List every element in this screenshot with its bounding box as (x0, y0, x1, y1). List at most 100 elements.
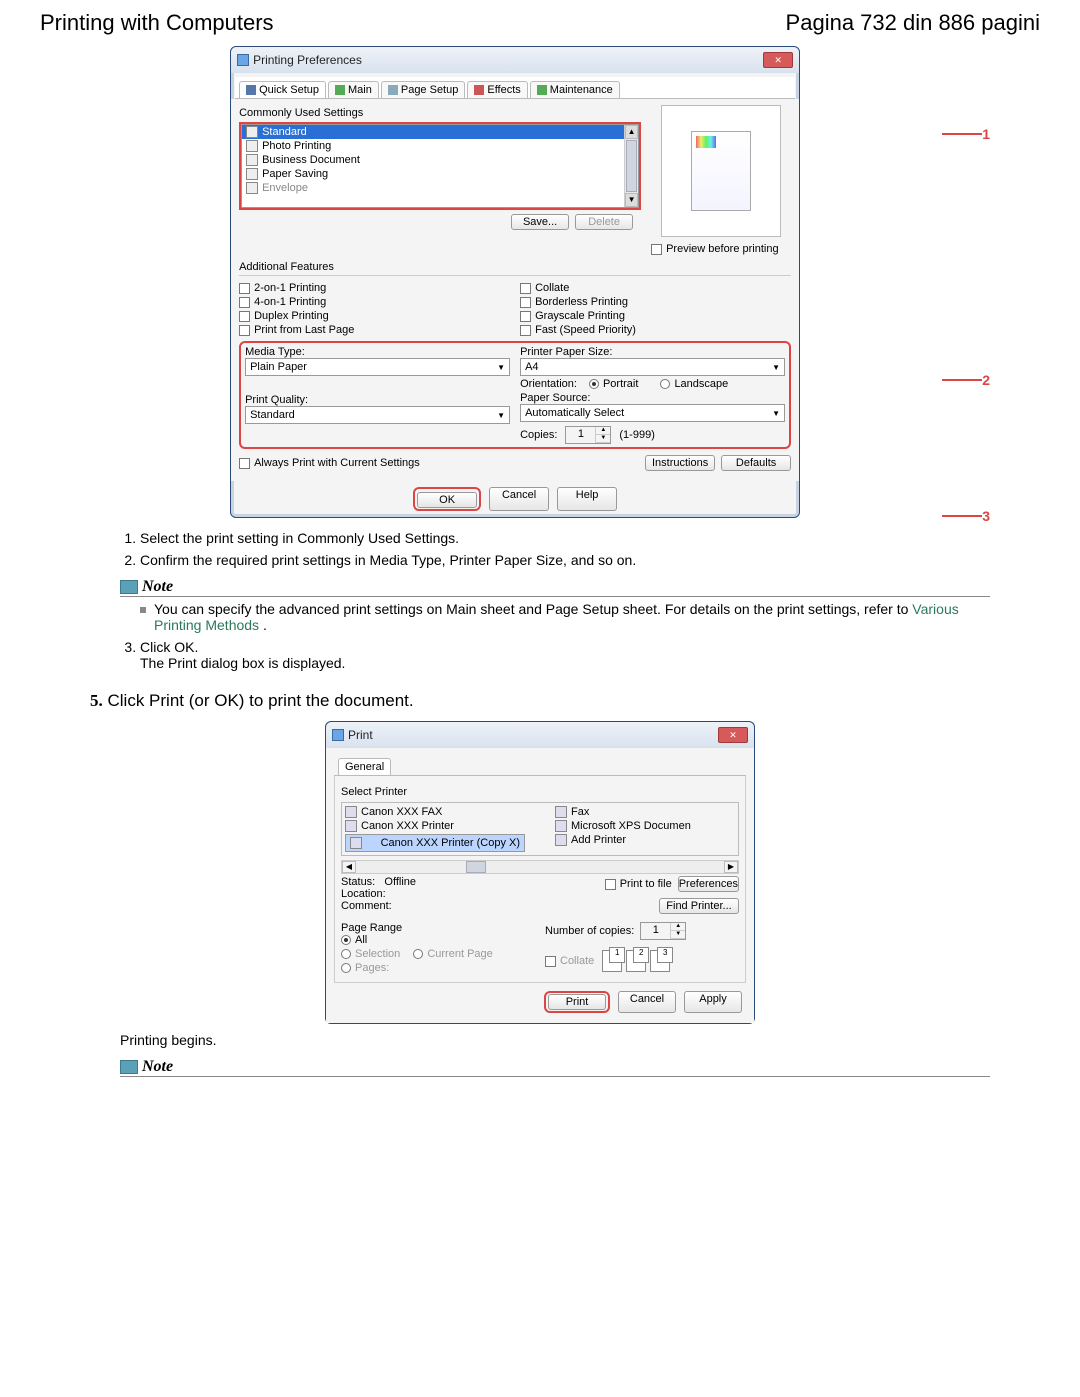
radio-all[interactable]: All (341, 934, 367, 946)
list-item-envelope[interactable]: Envelope (242, 181, 624, 195)
printer-item[interactable]: Fax (555, 806, 735, 818)
checkbox[interactable] (239, 325, 250, 336)
print-quality-select[interactable]: Standard▼ (245, 406, 510, 424)
feat-grayscale: Grayscale Printing (535, 310, 625, 322)
media-type-select[interactable]: Plain Paper▼ (245, 358, 510, 376)
ok-button[interactable]: OK (417, 492, 477, 508)
step-3b: The Print dialog box is displayed. (140, 655, 345, 671)
checkbox[interactable] (239, 458, 250, 469)
apply-button[interactable]: Apply (684, 991, 742, 1013)
delete-button[interactable]: Delete (575, 214, 633, 230)
checkbox[interactable] (520, 325, 531, 336)
spin-down-icon[interactable]: ▼ (596, 435, 610, 443)
radio-icon (589, 379, 599, 389)
cancel-button[interactable]: Cancel (618, 991, 676, 1013)
checkbox[interactable] (520, 311, 531, 322)
checkbox[interactable] (520, 297, 531, 308)
scroll-up-icon[interactable]: ▲ (625, 125, 638, 139)
printer-item[interactable]: Canon XXX Printer (345, 820, 525, 832)
tab-main[interactable]: Main (328, 81, 379, 98)
note-heading-2: Note (142, 1058, 173, 1076)
feat-4on1: 4-on-1 Printing (254, 296, 326, 308)
checkbox[interactable] (239, 283, 250, 294)
scroll-right-icon[interactable]: ▶ (724, 861, 738, 873)
doc-icon (246, 126, 258, 138)
copies-spinner[interactable]: 1▲▼ (565, 426, 611, 444)
paper-size-select[interactable]: A4▼ (520, 358, 785, 376)
num-copies-spinner[interactable]: 1▲▼ (640, 922, 686, 940)
tab-maintenance[interactable]: Maintenance (530, 81, 620, 98)
tab-effects[interactable]: Effects (467, 81, 527, 98)
copies-range: (1-999) (619, 429, 654, 441)
paper-source-select[interactable]: Automatically Select▼ (520, 404, 785, 422)
radio-portrait[interactable]: Portrait (589, 378, 638, 390)
printer-list[interactable]: Canon XXX FAX Canon XXX Printer Canon XX… (341, 802, 739, 856)
fax-icon (555, 806, 567, 818)
leaf-icon (246, 168, 258, 180)
checkbox[interactable] (651, 244, 662, 255)
print-to-file-label: Print to file (620, 878, 672, 890)
scroll-thumb[interactable] (466, 861, 486, 873)
add-printer[interactable]: Add Printer (555, 834, 735, 846)
printer-icon (555, 820, 567, 832)
wand-icon (246, 85, 256, 95)
book-icon (120, 1060, 138, 1074)
cancel-button[interactable]: Cancel (489, 487, 549, 511)
checkbox[interactable] (605, 879, 616, 890)
save-button[interactable]: Save... (511, 214, 569, 230)
list-item-standard[interactable]: Standard (242, 125, 624, 139)
commonly-used-list[interactable]: Standard Photo Printing Business Documen… (241, 124, 639, 208)
spin-down-icon[interactable]: ▼ (671, 931, 685, 939)
preferences-button[interactable]: Preferences (678, 876, 739, 892)
annotation-2: 2 (982, 372, 990, 388)
printer-item[interactable]: Canon XXX FAX (345, 806, 525, 818)
radio-label: Pages: (355, 962, 389, 974)
page-title-left: Printing with Computers (40, 10, 274, 36)
select-printer-label: Select Printer (341, 786, 739, 798)
help-button[interactable]: Help (557, 487, 617, 511)
checkbox[interactable] (239, 311, 250, 322)
printer-item[interactable]: Microsoft XPS Documen (555, 820, 735, 832)
hscrollbar[interactable]: ◀ ▶ (341, 860, 739, 874)
find-printer-button[interactable]: Find Printer... (659, 898, 739, 914)
radio-icon (341, 963, 351, 973)
scroll-down-icon[interactable]: ▼ (625, 193, 638, 207)
print-button[interactable]: Print (548, 994, 606, 1010)
prefs-title: Printing Preferences (253, 53, 362, 67)
checkbox[interactable] (239, 297, 250, 308)
list-item-paper-saving[interactable]: Paper Saving (242, 167, 624, 181)
prefs-titlebar: Printing Preferences ✕ (231, 47, 799, 73)
defaults-button[interactable]: Defaults (721, 455, 791, 471)
printer-item-selected[interactable]: Canon XXX Printer (Copy X) (345, 834, 525, 852)
collate-icon: 123 (602, 950, 670, 972)
scroll-thumb[interactable] (626, 140, 637, 192)
tab-label: Main (348, 84, 372, 96)
radio-label: Portrait (603, 378, 638, 390)
close-icon[interactable]: ✕ (763, 52, 793, 68)
preview-before-label: Preview before printing (666, 243, 779, 255)
copies-value: 1 (566, 427, 596, 443)
list-item-business[interactable]: Business Document (242, 153, 624, 167)
tab-quick-setup[interactable]: Quick Setup (239, 81, 326, 98)
checkbox[interactable] (520, 283, 531, 294)
printer-name: Canon XXX Printer (361, 820, 454, 832)
close-icon[interactable]: ✕ (718, 727, 748, 743)
spin-up-icon[interactable]: ▲ (671, 923, 685, 931)
step-3: Click OK. The Print dialog box is displa… (140, 639, 990, 671)
spin-up-icon[interactable]: ▲ (596, 427, 610, 435)
radio-landscape[interactable]: Landscape (660, 378, 728, 390)
feat-lastpage: Print from Last Page (254, 324, 354, 336)
bullet-icon (140, 607, 146, 613)
paper-size-label: Printer Paper Size: (520, 346, 785, 358)
list-item-photo[interactable]: Photo Printing (242, 139, 624, 153)
scroll-left-icon[interactable]: ◀ (342, 861, 356, 873)
tab-page-setup[interactable]: Page Setup (381, 81, 466, 98)
instructions-button[interactable]: Instructions (645, 455, 715, 471)
tab-label: General (345, 761, 384, 773)
photo-icon (246, 140, 258, 152)
scrollbar[interactable]: ▲ ▼ (624, 125, 638, 207)
tab-general[interactable]: General (338, 758, 391, 775)
annotation-3: 3 (982, 508, 990, 524)
radio-label: All (355, 934, 367, 946)
orientation-label: Orientation: (520, 378, 577, 390)
